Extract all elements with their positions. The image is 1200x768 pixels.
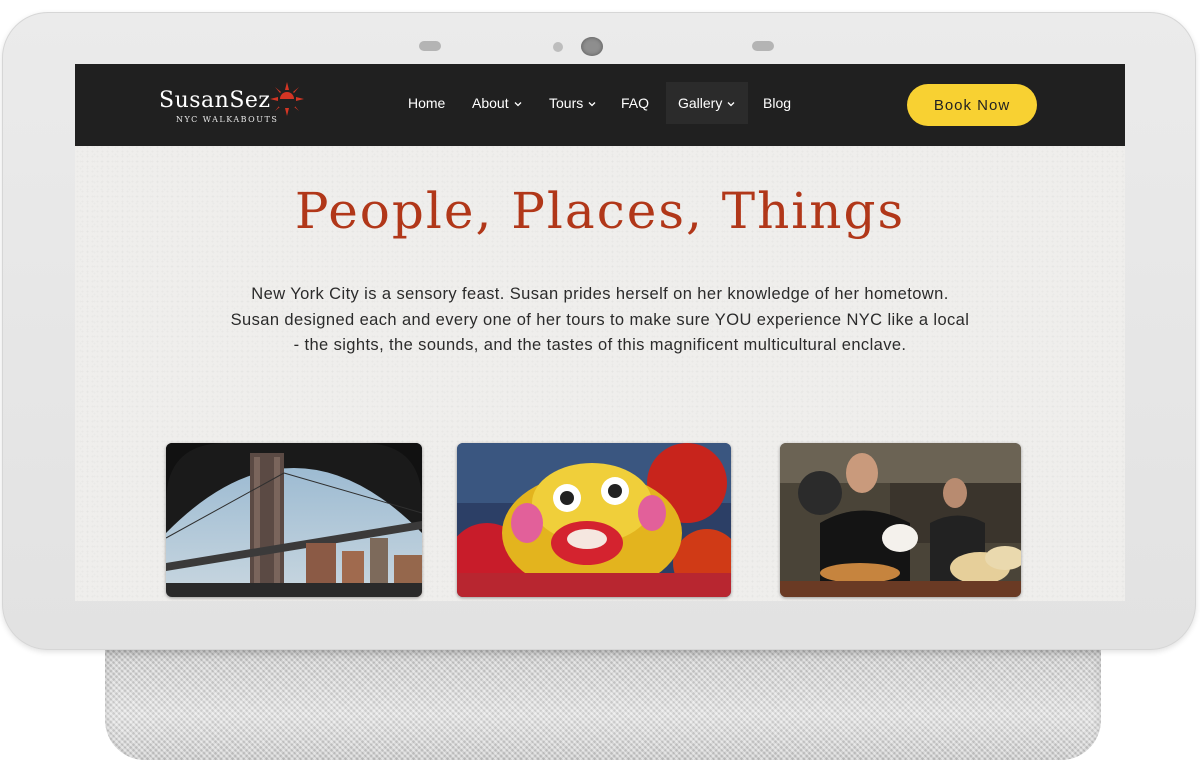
- ambient-sensor: [553, 42, 563, 52]
- book-now-button[interactable]: Book Now: [907, 84, 1037, 126]
- chevron-down-icon: [588, 102, 596, 107]
- logo-wordmark: SusanSez: [159, 88, 271, 113]
- page-title: People, Places, Things: [294, 182, 906, 240]
- nav-home-label: Home: [408, 95, 446, 111]
- site-logo[interactable]: SusanSez NYC WALKABOUTS: [159, 82, 309, 128]
- logo-tagline: NYC WALKABOUTS: [176, 115, 279, 124]
- gallery-photo-bakers[interactable]: [780, 443, 1021, 597]
- lion-dance-photo: [457, 443, 731, 597]
- site-header: SusanSez NYC WALKABOUTS Home About Tours…: [75, 64, 1125, 146]
- nav-faq-label: FAQ: [621, 95, 650, 111]
- light-sensor-left: [419, 41, 441, 51]
- nav-about[interactable]: About: [472, 82, 523, 124]
- gallery-photo-lion-dance[interactable]: [457, 443, 731, 597]
- chevron-down-icon: [727, 102, 735, 107]
- device-screen: SusanSez NYC WALKABOUTS Home About Tours…: [75, 64, 1125, 601]
- speaker-base: [105, 648, 1101, 760]
- nav-blog-label: Blog: [763, 95, 792, 111]
- sun-icon: [270, 82, 304, 116]
- bakers-photo: [780, 443, 1021, 597]
- camera-lens: [581, 37, 603, 56]
- light-sensor-right: [752, 41, 774, 51]
- nav-home[interactable]: Home: [408, 82, 445, 124]
- nav-blog[interactable]: Blog: [763, 82, 791, 124]
- chevron-down-icon: [514, 102, 522, 107]
- bridge-photo: [166, 443, 422, 597]
- nav-about-label: About: [472, 95, 509, 111]
- nav-tours[interactable]: Tours: [549, 82, 597, 124]
- gallery-photo-bridge[interactable]: [166, 443, 422, 597]
- nav-tours-label: Tours: [549, 95, 584, 111]
- nav-gallery-label: Gallery: [678, 95, 723, 111]
- nav-gallery[interactable]: Gallery: [666, 82, 749, 124]
- nav-faq[interactable]: FAQ: [621, 82, 649, 124]
- intro-paragraph: New York City is a sensory feast. Susan …: [230, 285, 970, 354]
